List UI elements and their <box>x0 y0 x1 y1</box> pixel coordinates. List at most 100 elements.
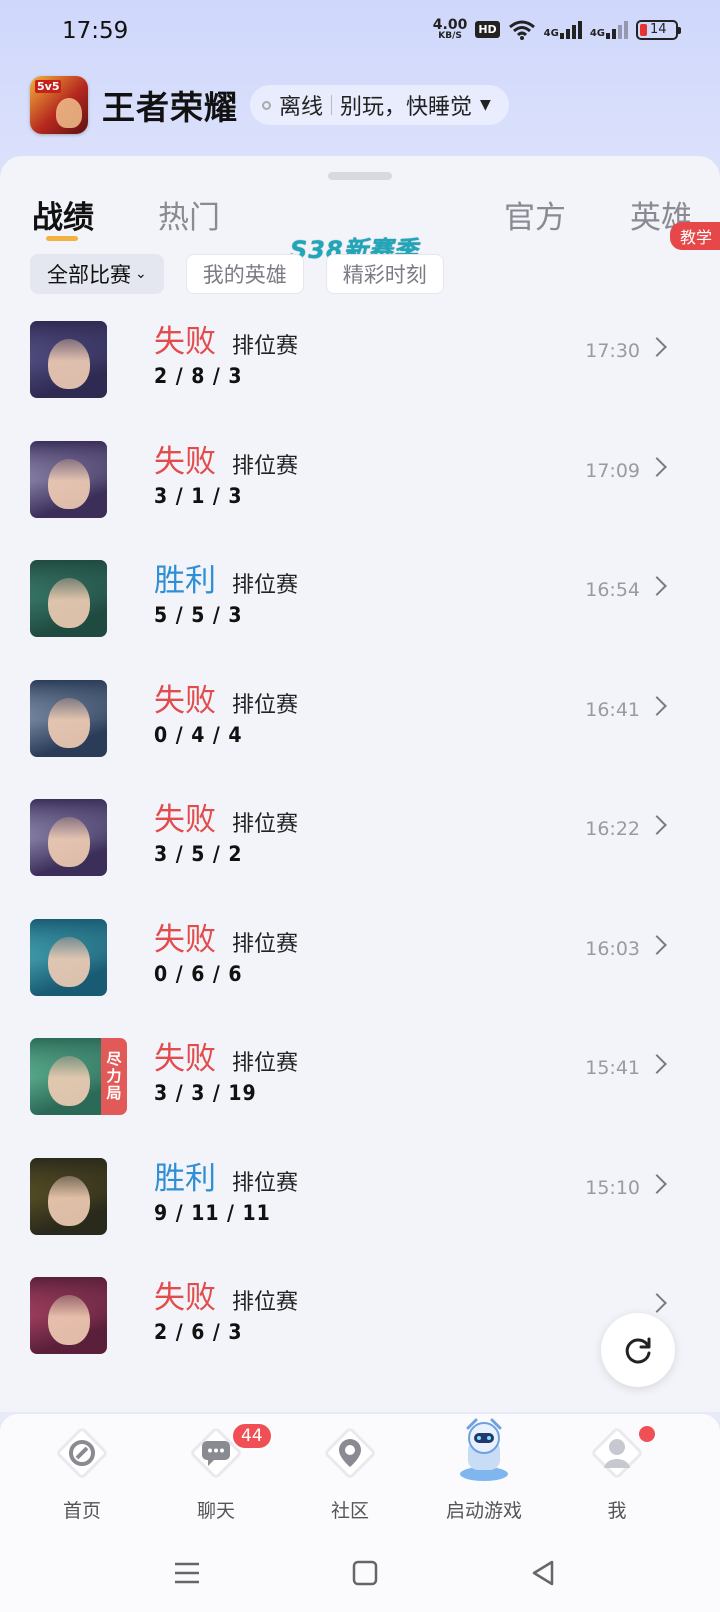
match-kda: 0 / 4 / 4 <box>154 722 243 747</box>
match-mode: 排位赛 <box>232 573 299 598</box>
chevron-right-icon <box>650 334 664 362</box>
match-row[interactable]: 失败 排位赛 3 / 1 / 3 17:09 <box>0 428 720 548</box>
hero-avatar <box>30 918 107 996</box>
signal-sim1-icon: 4G <box>544 20 582 39</box>
filter-all-matches-label: 全部比赛 <box>47 263 131 287</box>
match-time: 16:41 <box>585 698 640 721</box>
home-square-icon[interactable] <box>350 1558 380 1588</box>
menu-icon[interactable] <box>172 1558 202 1588</box>
hero-avatar <box>30 1038 107 1115</box>
match-row[interactable]: 尽力局 失败 排位赛 3 / 3 / 19 15:41 <box>0 1025 720 1145</box>
bottom-nav: 首页 44 聊天 社区 启动游戏 我 <box>0 1414 720 1532</box>
hero-avatar <box>30 1277 107 1354</box>
game-logo[interactable]: 5v5 <box>30 76 88 134</box>
match-time: 15:10 <box>585 1176 640 1199</box>
match-time: 16:22 <box>585 818 640 840</box>
best-effort-tag-char: 尽 <box>106 1049 122 1068</box>
match-kda: 5 / 5 / 3 <box>154 603 243 627</box>
tab-active-indicator <box>46 236 78 241</box>
match-mode: 排位赛 <box>232 1051 299 1076</box>
nav-home[interactable]: 首页 <box>22 1414 142 1532</box>
network-speed-value: 4.00 <box>432 17 468 33</box>
match-list: 失败 排位赛 2 / 8 / 3 17:30 失败 排位赛 3 / 1 / 3 17:09 胜利… <box>0 308 720 1384</box>
match-row[interactable]: 胜利 排位赛 9 / 11 / 11 15:10 <box>0 1145 720 1265</box>
chevron-right-icon <box>650 1051 664 1079</box>
app-header: 5v5 王者荣耀 离线 别玩，快睡觉 ▼ <box>30 76 690 134</box>
match-result: 失败 <box>154 682 216 719</box>
chevron-right-icon <box>650 932 664 960</box>
chevron-right-icon <box>650 1290 664 1318</box>
tab-hot[interactable]: 热门 <box>158 192 220 237</box>
match-result: 失败 <box>154 1041 216 1077</box>
tab-official[interactable]: 官方 <box>504 192 566 237</box>
nav-community-label: 社区 <box>330 1500 369 1522</box>
match-result: 失败 <box>154 443 216 480</box>
launch-game-icon <box>459 1418 509 1482</box>
match-mode: 排位赛 <box>232 334 299 359</box>
chevron-right-icon <box>650 1171 664 1199</box>
nav-home-label: 首页 <box>62 1500 101 1522</box>
battery-icon: 14 <box>636 19 681 40</box>
match-mode: 排位赛 <box>232 692 299 718</box>
status-icons: 4.00 KB/S HD 4G 4G 14 <box>433 18 681 41</box>
match-kda: 3 / 3 / 19 <box>154 1081 257 1105</box>
community-icon <box>323 1426 377 1480</box>
tab-bar: 战绩 热门 S38新赛季 官方 英雄 教学 <box>0 192 720 264</box>
match-kda: 3 / 5 / 2 <box>154 842 243 866</box>
filter-all-matches[interactable]: 全部比赛 ⌄ <box>30 254 164 294</box>
filter-my-heroes[interactable]: 我的英雄 <box>185 254 304 294</box>
presence-status: 离线 <box>279 95 324 120</box>
status-time: 17:59 <box>62 18 129 44</box>
hero-avatar <box>30 1157 107 1235</box>
chevron-down-icon: ⌄ <box>135 266 147 282</box>
chat-unread-badge: 44 <box>231 1422 273 1450</box>
match-kda: 3 / 1 / 3 <box>154 483 243 508</box>
match-kda: 9 / 11 / 11 <box>154 1200 271 1225</box>
match-time: 15:41 <box>585 1057 640 1079</box>
match-result: 失败 <box>154 921 216 958</box>
refresh-icon <box>625 1337 651 1364</box>
match-kda: 2 / 6 / 3 <box>154 1320 243 1344</box>
back-icon[interactable] <box>528 1558 558 1588</box>
tab-badge: 教学 <box>669 222 720 250</box>
refresh-button[interactable] <box>601 1313 675 1387</box>
status-bar: 17:59 4.00 KB/S HD 4G 4G 14 <box>0 0 720 66</box>
match-time: 16:03 <box>585 937 640 960</box>
match-mode: 排位赛 <box>232 1290 299 1315</box>
sim2-label: 4G <box>589 27 605 39</box>
match-kda: 0 / 6 / 6 <box>154 961 243 986</box>
match-mode: 排位赛 <box>232 1170 299 1196</box>
nav-profile[interactable]: 我 <box>557 1414 677 1532</box>
nav-chat[interactable]: 44 聊天 <box>156 1414 276 1532</box>
match-result: 胜利 <box>154 563 216 599</box>
profile-notification-dot <box>639 1426 655 1442</box>
filter-highlights[interactable]: 精彩时刻 <box>325 254 444 294</box>
best-effort-tag: 尽力局 <box>101 1038 127 1115</box>
match-row[interactable]: 失败 排位赛 2 / 8 / 3 17:30 <box>0 308 720 428</box>
network-speed: 4.00 KB/S <box>433 18 468 41</box>
network-speed-unit: KB/S <box>438 31 462 41</box>
hd-icon: HD <box>475 21 500 38</box>
match-row[interactable]: 失败 排位赛 3 / 5 / 2 16:22 <box>0 786 720 906</box>
hero-avatar <box>30 440 107 518</box>
hero-avatar <box>30 799 107 876</box>
battery-level: 14 <box>650 22 667 37</box>
nav-community[interactable]: 社区 <box>290 1414 410 1532</box>
hero-avatar <box>30 560 107 637</box>
nav-launch-game[interactable]: 启动游戏 <box>424 1414 544 1532</box>
tab-record[interactable]: 战绩 <box>32 192 94 237</box>
presence-dot-icon <box>262 100 271 110</box>
filter-bar: 全部比赛 ⌄ 我的英雄 精彩时刻 <box>30 254 444 294</box>
best-effort-tag-char: 局 <box>106 1084 122 1103</box>
match-row[interactable]: 胜利 排位赛 5 / 5 / 3 16:54 <box>0 547 720 667</box>
match-result: 失败 <box>154 1280 216 1316</box>
match-result: 胜利 <box>154 1160 216 1197</box>
match-row[interactable]: 失败 排位赛 0 / 6 / 6 16:03 <box>0 906 720 1026</box>
presence-signature: 别玩，快睡觉 <box>340 95 473 120</box>
match-mode: 排位赛 <box>232 812 299 837</box>
presence-selector[interactable]: 离线 别玩，快睡觉 ▼ <box>250 85 509 125</box>
drag-handle[interactable] <box>328 172 392 180</box>
match-row[interactable]: 失败 排位赛 0 / 4 / 4 16:41 <box>0 667 720 787</box>
chevron-right-icon <box>650 573 664 601</box>
signal-sim2-icon: 4G <box>589 20 628 39</box>
